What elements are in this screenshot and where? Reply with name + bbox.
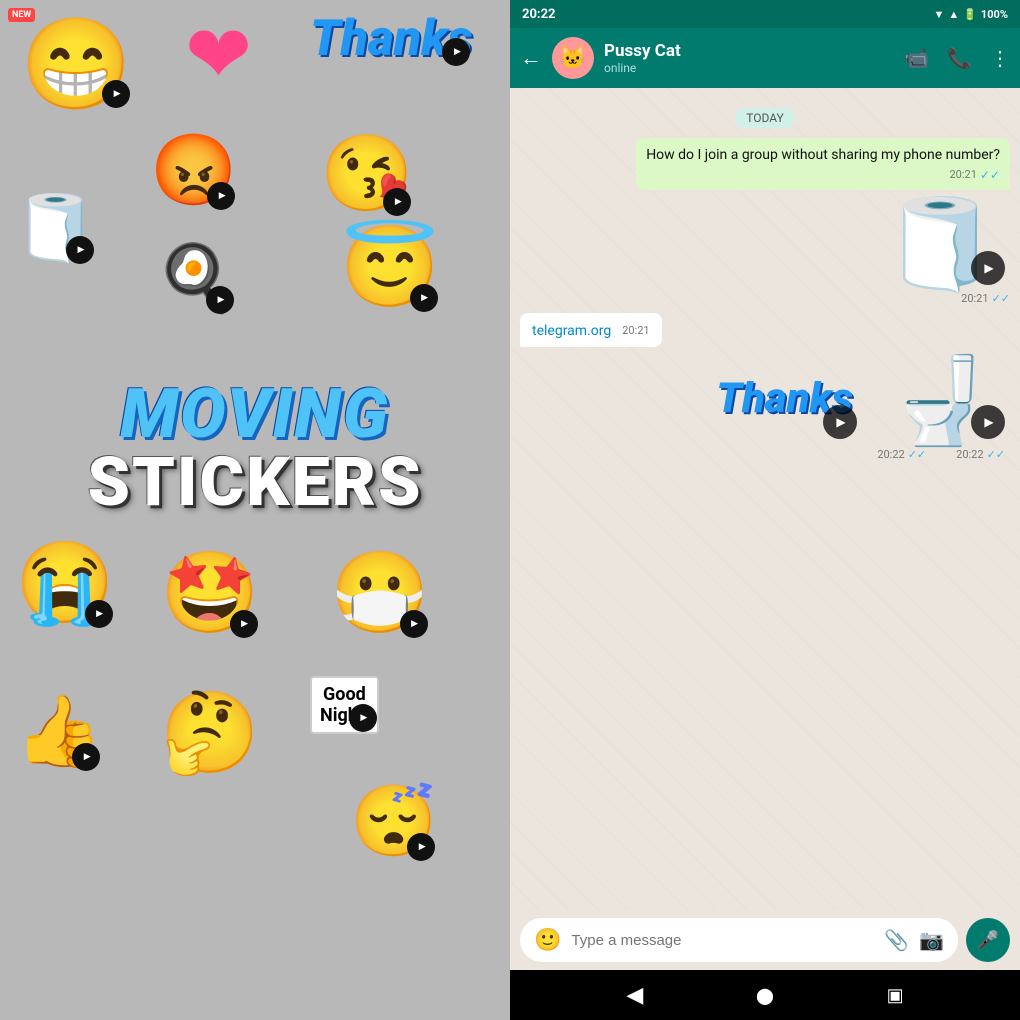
camera-icon[interactable]: 📷 xyxy=(919,928,944,952)
play-button-goodnight[interactable] xyxy=(349,704,377,732)
sticker-green-smiley[interactable]: 🤩 xyxy=(160,546,260,640)
play-button-ghost[interactable] xyxy=(85,600,113,628)
play-button-mask[interactable] xyxy=(400,610,428,638)
left-panel: NEW 😁 ❤ Thanks 😡 😘 🧻 xyxy=(0,0,510,1020)
status-bar: 20:22 ▼ ▲ 🔋 100% xyxy=(510,0,1020,28)
play-button-angry[interactable] xyxy=(207,182,235,210)
sticker-smiley[interactable]: 😁 xyxy=(20,20,132,110)
mic-icon: 🎤 xyxy=(977,930,999,951)
message-input[interactable] xyxy=(571,932,874,949)
more-options-icon[interactable]: ⋮ xyxy=(990,46,1010,70)
chat-content: TODAY How do I join a group without shar… xyxy=(520,108,1010,461)
play-button-angel[interactable] xyxy=(410,284,438,312)
nav-home-icon[interactable]: ⬤ xyxy=(756,986,774,1005)
wifi-icon: ▼ xyxy=(933,8,944,21)
sticker-msg-1-wrap: 🧻 xyxy=(520,200,1010,290)
new-badge: NEW xyxy=(8,8,35,22)
sticker-thanks-row: Thanks 🚽 xyxy=(520,359,1010,444)
status-time: 20:22 xyxy=(522,7,556,22)
voice-call-icon[interactable]: 📞 xyxy=(947,46,972,70)
signal-icon: ▲ xyxy=(948,8,959,21)
video-call-icon[interactable]: 📹 xyxy=(904,46,929,70)
link-time: 20:21 xyxy=(622,324,649,337)
play-button-smiley[interactable] xyxy=(102,80,130,108)
play-button-green-smiley[interactable] xyxy=(230,610,258,638)
sticker-egg[interactable]: 🍳 xyxy=(155,240,236,316)
contact-status: online xyxy=(604,61,894,75)
attach-icon[interactable]: 📎 xyxy=(884,928,909,952)
contact-name: Pussy Cat xyxy=(604,41,894,61)
sticker-thanks-msg[interactable]: Thanks xyxy=(707,359,862,444)
play-button-roll[interactable] xyxy=(66,236,94,264)
message-1-time: 20:21 xyxy=(949,168,976,181)
back-button[interactable]: ← xyxy=(520,45,542,71)
contact-info[interactable]: Pussy Cat online xyxy=(604,41,894,75)
message-1-wrap: How do I join a group without sharing my… xyxy=(520,138,1010,194)
sticker-angel[interactable]: 😇 xyxy=(340,220,440,314)
emoji-icon[interactable]: 🙂 xyxy=(534,928,561,953)
sticker-mask[interactable]: 😷 xyxy=(330,546,430,640)
status-icons: ▼ ▲ 🔋 100% xyxy=(933,8,1008,21)
sticker-ghost[interactable]: 😭 xyxy=(15,536,115,630)
nav-bar: ◀ ⬤ ▣ xyxy=(510,970,1020,1020)
link-msg-wrap: telegram.org 20:21 xyxy=(520,313,1010,351)
contact-avatar[interactable]: 🐱 xyxy=(552,37,594,79)
message-1-meta: 20:21 ✓✓ xyxy=(646,168,1000,182)
message-input-wrap[interactable]: 🙂 📎 📷 xyxy=(520,918,958,962)
thanks-play[interactable] xyxy=(823,405,857,439)
date-divider: TODAY xyxy=(520,108,1010,128)
throne-play[interactable] xyxy=(971,405,1005,439)
sticker-sleepy[interactable]: 😴 xyxy=(350,781,437,863)
title-section: MOVING STICKERS xyxy=(87,380,422,516)
date-badge: TODAY xyxy=(736,108,794,128)
message-1[interactable]: How do I join a group without sharing my… xyxy=(636,138,1010,190)
nav-back-icon[interactable]: ◀ xyxy=(626,983,643,1008)
sticker-thanks-left[interactable]: Thanks xyxy=(310,10,472,68)
sticker-top-area: 😁 ❤ Thanks 😡 😘 🧻 🍳 xyxy=(0,0,510,400)
chat-header: ← 🐱 Pussy Cat online 📹 📞 ⋮ xyxy=(510,28,1020,88)
nav-recent-icon[interactable]: ▣ xyxy=(887,985,904,1006)
sticker-kiss[interactable]: 😘 xyxy=(320,130,413,218)
sticker-bottom-area: 😭 🤩 😷 👍 🤔 Good Night! xyxy=(0,526,510,866)
sticker-thinking[interactable]: 🤔 xyxy=(160,686,260,780)
header-actions: 📹 📞 ⋮ xyxy=(904,46,1010,70)
mic-button[interactable]: 🎤 xyxy=(966,918,1010,962)
moving-title: MOVING xyxy=(87,380,422,448)
sticker-thumbs[interactable]: 👍 xyxy=(15,691,102,773)
sticker-angry[interactable]: 😡 xyxy=(150,130,237,212)
message-1-ticks: ✓✓ xyxy=(980,168,1000,182)
right-panel: 20:22 ▼ ▲ 🔋 100% ← 🐱 Pussy Cat online 📹 … xyxy=(510,0,1020,1020)
link-msg[interactable]: telegram.org 20:21 xyxy=(520,313,662,347)
link-text: telegram.org xyxy=(532,323,611,339)
message-1-text: How do I join a group without sharing my… xyxy=(646,146,1000,166)
input-area: 🙂 📎 📷 🎤 xyxy=(510,910,1020,970)
play-button-egg[interactable] xyxy=(206,286,234,314)
sticker-msg-1[interactable]: 🧻 xyxy=(870,200,1010,290)
play-button-sleepy[interactable] xyxy=(407,833,435,861)
sticker-throne-msg[interactable]: 🚽 xyxy=(870,359,1010,444)
sticker-msg-1-play[interactable] xyxy=(971,251,1005,285)
sticker-goodnight[interactable]: Good Night! xyxy=(310,676,379,734)
battery-icon: 🔋 xyxy=(963,8,977,21)
battery-text: 100% xyxy=(981,8,1008,21)
play-button-thumbs[interactable] xyxy=(72,743,100,771)
stickers-title: STICKERS xyxy=(87,448,422,516)
chat-area: TODAY How do I join a group without shar… xyxy=(510,88,1020,910)
sticker-heart[interactable]: ❤ xyxy=(185,15,252,95)
sticker-toilet-roll[interactable]: 🧻 xyxy=(15,190,96,266)
